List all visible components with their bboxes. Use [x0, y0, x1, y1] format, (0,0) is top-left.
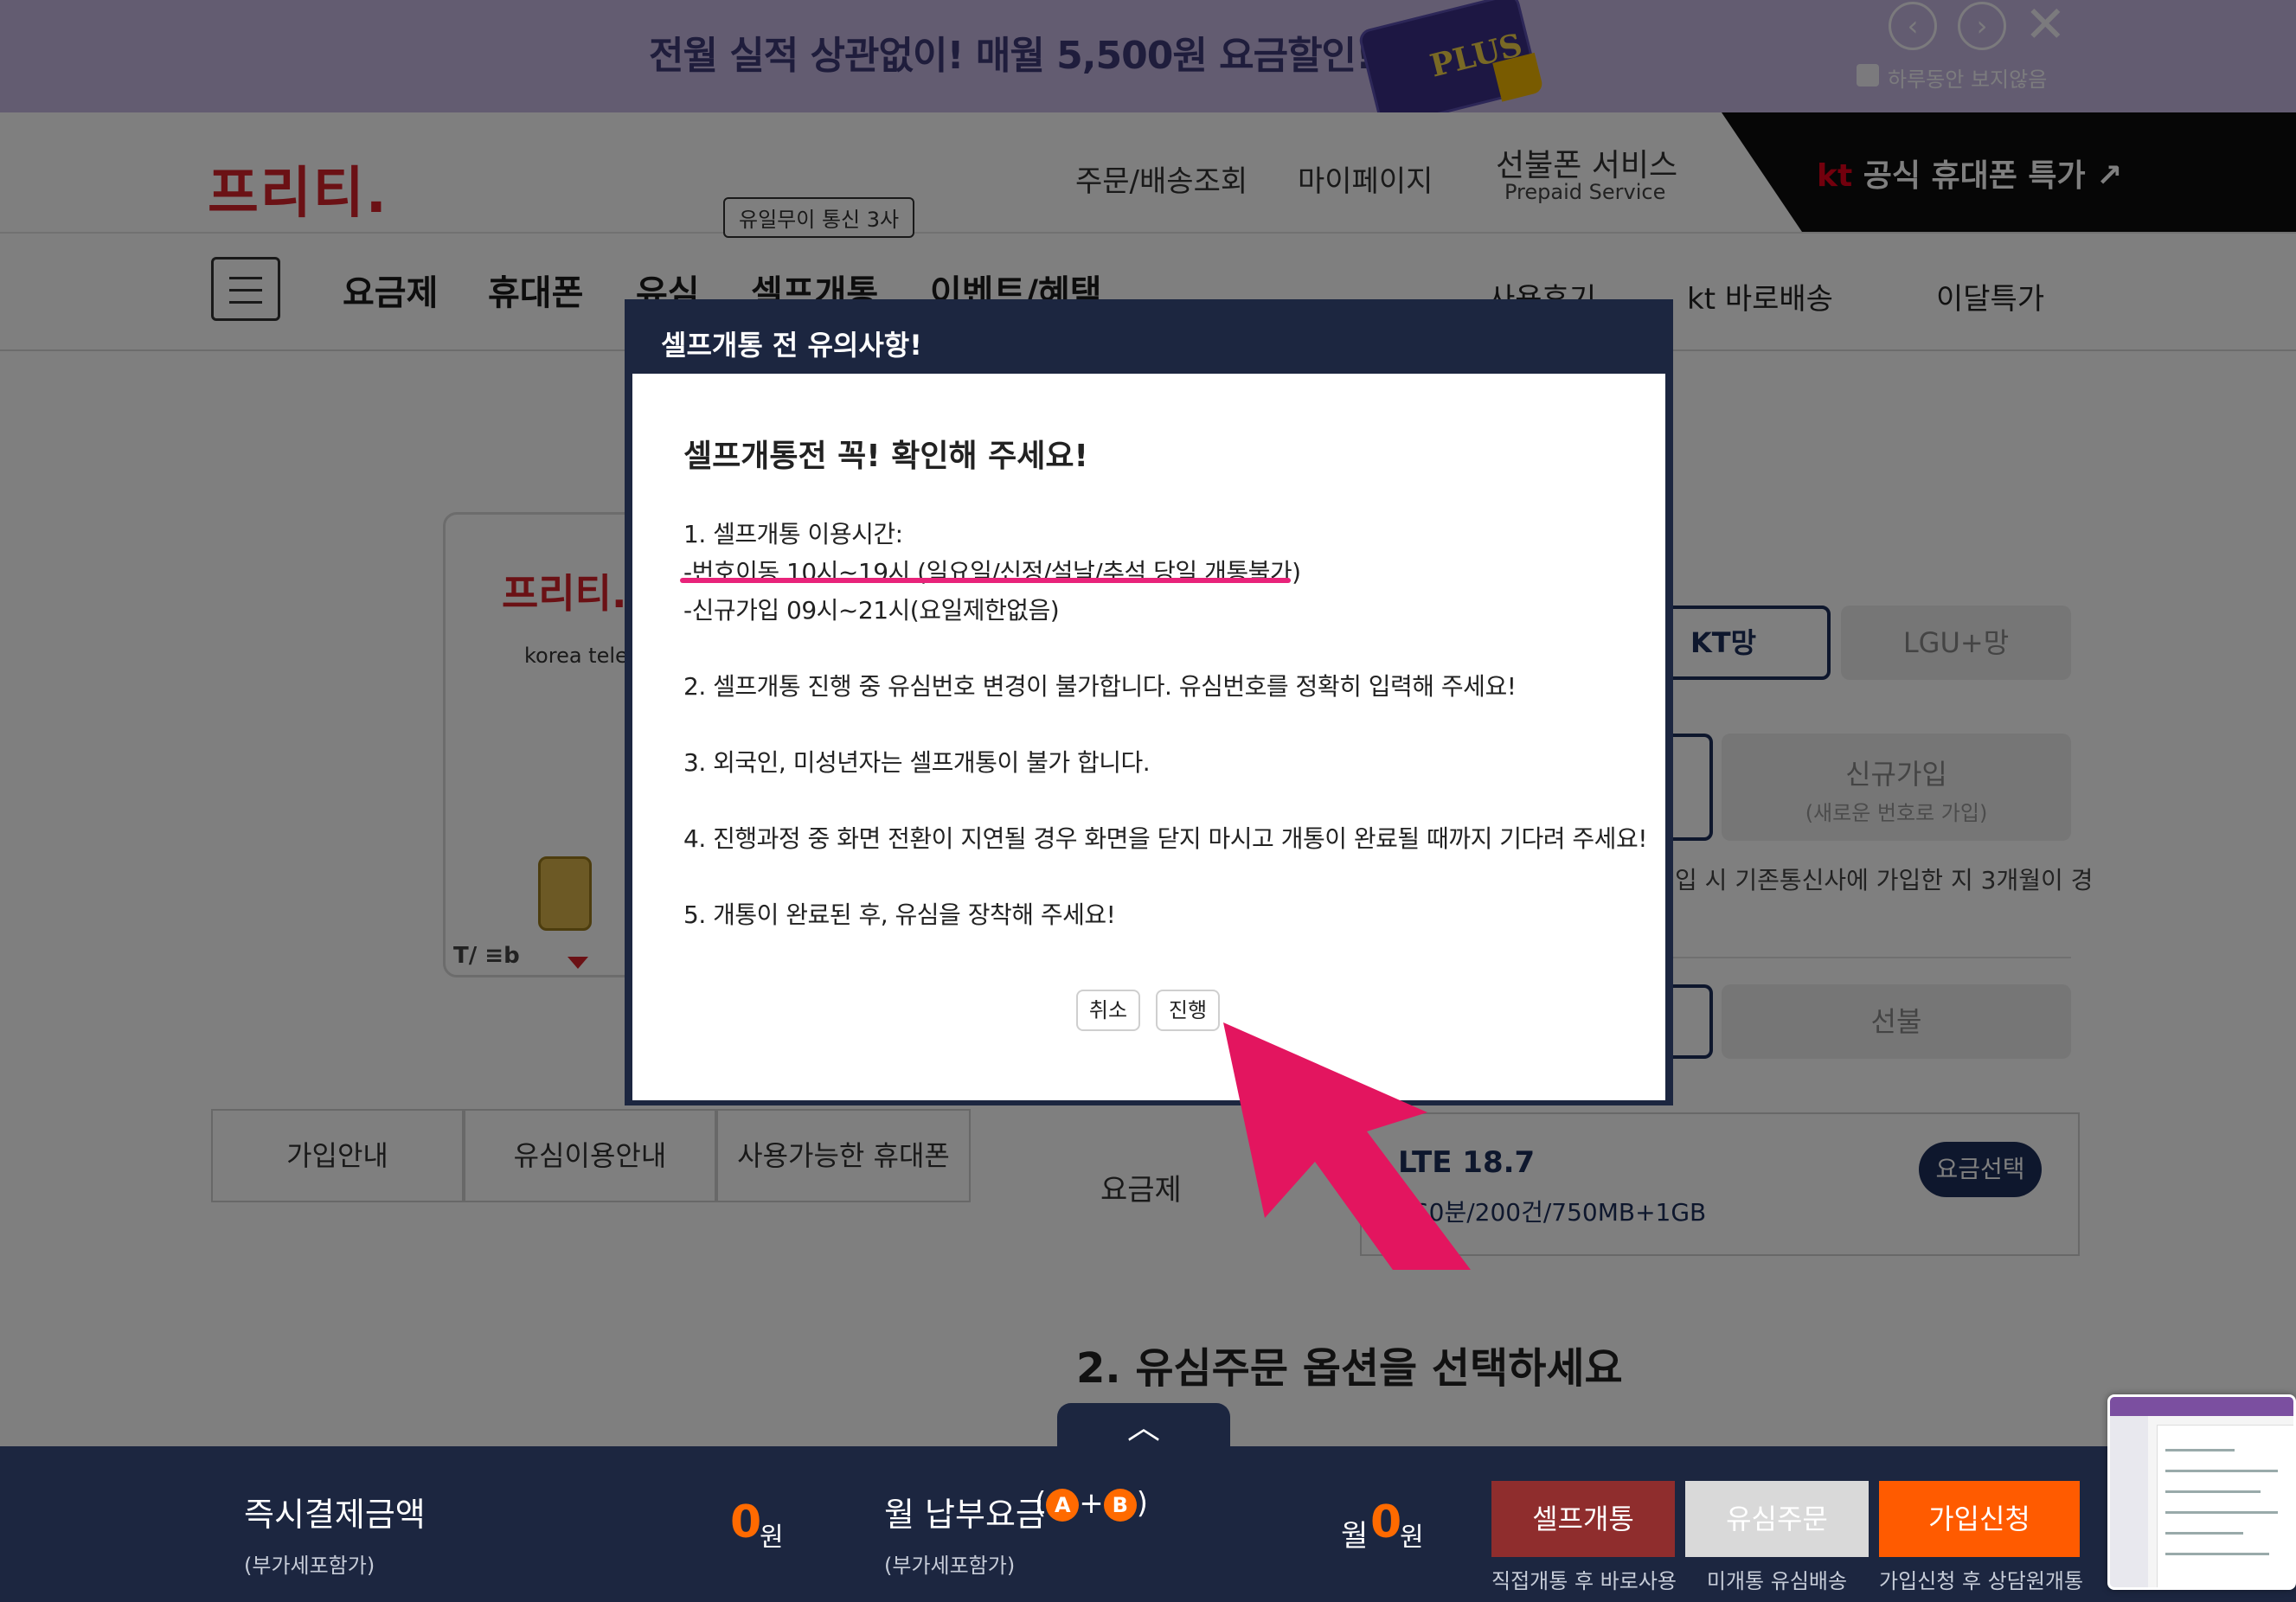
- screenshot-thumbnail[interactable]: [2107, 1394, 2296, 1590]
- circle-b-icon: B: [1103, 1488, 1137, 1522]
- thumbnail-line: [2165, 1490, 2261, 1493]
- apply-caption: 가입신청 후 상담원개통: [1879, 1569, 2084, 1593]
- notice-line: 4. 진행과정 중 화면 전환이 지연될 경우 화면을 닫지 마시고 개통이 완…: [683, 824, 1647, 853]
- pay-now-currency: 원: [760, 1522, 784, 1553]
- monthly-fee-formula: (A + B): [1035, 1486, 1149, 1522]
- monthly-fee-amount: 0: [1370, 1496, 1402, 1548]
- notice-line: 3. 외국인, 미성년자는 셀프개통이 불가 합니다.: [683, 748, 1151, 777]
- proceed-button[interactable]: 진행: [1156, 990, 1220, 1031]
- apply-button[interactable]: 가입신청: [1879, 1481, 2080, 1557]
- pink-arrow-icon: [1223, 1022, 1471, 1270]
- self-activation-button[interactable]: 셀프개통: [1491, 1481, 1675, 1557]
- usim-order-button[interactable]: 유심주문: [1685, 1481, 1869, 1557]
- highlight-underline: [680, 578, 1291, 583]
- monthly-fee-currency: 원: [1400, 1522, 1424, 1553]
- cancel-button[interactable]: 취소: [1076, 990, 1140, 1031]
- modal-body: [632, 374, 1665, 1100]
- thumbnail-line: [2165, 1470, 2278, 1472]
- pink-arrow-shape: [1223, 1022, 1471, 1270]
- collapse-chevron-icon[interactable]: ︿: [1057, 1403, 1230, 1448]
- usim-order-caption: 미개통 유심배송: [1706, 1569, 1848, 1593]
- modal-heading: 셀프개통전 꼭! 확인해 주세요!: [683, 439, 1088, 474]
- monthly-prefix: 월: [1341, 1519, 1369, 1554]
- notice-line: 2. 셀프개통 진행 중 유심번호 변경이 불가합니다. 유심번호를 정확히 입…: [683, 672, 1517, 701]
- notice-line: 1. 셀프개통 이용시간:: [683, 520, 903, 548]
- notice-line: -신규가입 09시~21시(요일제한없음): [683, 596, 1060, 625]
- pay-now-amount: 0: [730, 1496, 762, 1548]
- monthly-fee-label: 월 납부요금: [884, 1496, 1046, 1534]
- notice-line-highlighted: -번호이동 10시~19시 (일요일/신정/설날/추석 당일 개통불가): [683, 558, 1301, 586]
- circle-a-icon: A: [1046, 1488, 1080, 1522]
- pay-now-subtitle: (부가세포함가): [244, 1554, 375, 1578]
- pay-now-label: 즉시결제금액: [244, 1496, 426, 1534]
- thumbnail-line: [2165, 1553, 2269, 1555]
- thumbnail-sidebar: [2110, 1416, 2148, 1587]
- thumbnail-line: [2165, 1511, 2278, 1514]
- monthly-fee-subtitle: (부가세포함가): [884, 1554, 1016, 1578]
- modal-title: 셀프개통 전 유의사항!: [661, 329, 922, 362]
- thumbnail-line: [2165, 1532, 2243, 1535]
- thumbnail-line: [2165, 1449, 2235, 1451]
- thumbnail-titlebar: [2110, 1397, 2293, 1416]
- notice-line: 5. 개통이 완료된 후, 유심을 장착해 주세요!: [683, 900, 1116, 929]
- self-activation-caption: 직접개통 후 바로사용: [1491, 1569, 1677, 1593]
